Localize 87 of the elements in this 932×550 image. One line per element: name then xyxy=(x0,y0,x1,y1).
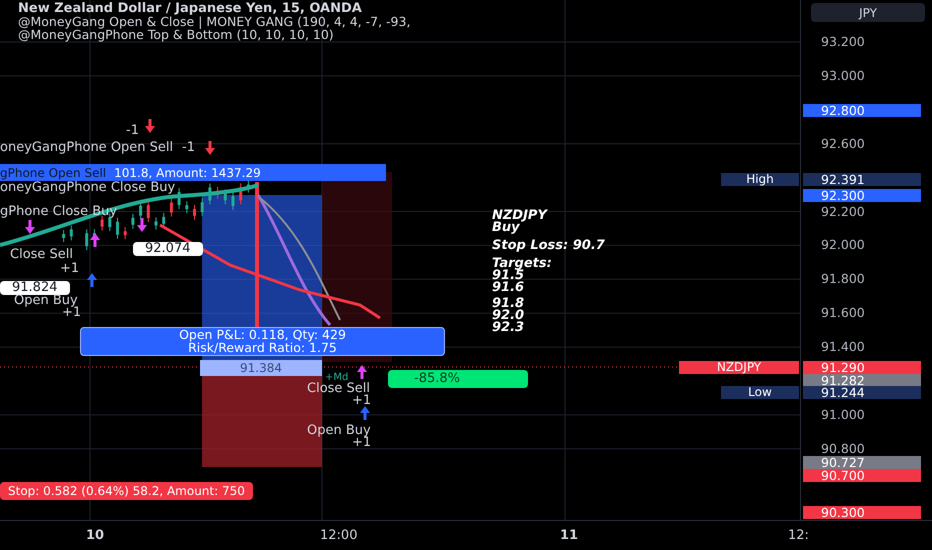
time-label: 12: xyxy=(788,529,809,543)
candle xyxy=(208,182,212,205)
price-marker: 90.727 xyxy=(803,456,921,469)
chart-label: gPhone Open Sell xyxy=(0,164,106,181)
price-tick: 92.000 xyxy=(821,238,865,252)
currency-button[interactable]: JPY xyxy=(811,3,925,22)
chart-label: Open Buy xyxy=(14,294,78,308)
candle xyxy=(85,228,88,251)
candle xyxy=(224,188,227,205)
candle xyxy=(200,198,204,217)
chart-label: +1 xyxy=(60,262,80,276)
chart-label: -1 xyxy=(126,124,139,138)
signal-text: Targets: xyxy=(492,258,553,270)
ratio-text: Risk/Reward Ratio: 1.75 xyxy=(188,342,337,354)
candle xyxy=(146,200,150,223)
price-label: 91.824 xyxy=(0,281,70,295)
candle xyxy=(185,200,188,214)
price-tick: 91.400 xyxy=(821,340,865,354)
price-tick: 90.800 xyxy=(821,442,865,456)
indicator-label: @MoneyGang Open & Close | MONEY GANG (190, 4, 4, -7, -93, xyxy=(18,15,410,28)
price-tick: 91.600 xyxy=(821,306,865,320)
candle xyxy=(162,212,166,228)
signal-text: Buy xyxy=(492,222,520,234)
indicator-label: @MoneyGangPhone Top & Bottom (10, 10, 10, 10) xyxy=(18,28,334,41)
price-tick: 91.800 xyxy=(821,272,865,286)
up-arrow-icon xyxy=(357,365,367,379)
chart-label: +1 xyxy=(62,306,82,320)
signal-text: NZDJPY xyxy=(492,210,549,222)
time-label: 11 xyxy=(560,529,578,543)
price-marker: 91.282 xyxy=(803,374,921,387)
price-tick: 91.000 xyxy=(821,408,865,422)
down-arrow-icon xyxy=(25,220,35,234)
price-tick: 92.200 xyxy=(821,204,865,218)
signal-text: 91.6 xyxy=(492,282,526,294)
signal-text: 91.5 xyxy=(492,270,524,282)
price-marker: 90.700 xyxy=(803,469,921,482)
signal-text: 92.3 xyxy=(492,322,526,334)
chart-label: oneyGangPhone Close Buy xyxy=(0,181,176,195)
price-label: 92.074 xyxy=(133,242,202,256)
price-tick: 92.600 xyxy=(821,136,865,151)
candle xyxy=(154,216,158,230)
candle xyxy=(193,204,196,220)
target-label: 101.8, Amount: 1437.29 xyxy=(114,164,261,181)
candle xyxy=(170,198,173,218)
candle xyxy=(178,188,181,210)
candle xyxy=(139,201,142,220)
chart-label: +1 xyxy=(352,436,372,450)
chart-label: +1 xyxy=(352,394,372,408)
time-label: 10 xyxy=(86,529,104,543)
price-tag: High xyxy=(721,173,799,186)
chart-title: New Zealand Dollar / Japanese Yen, 15, OANDA xyxy=(18,2,363,15)
down-arrow-icon xyxy=(205,141,215,155)
price-tick: 93.000 xyxy=(821,68,865,83)
price-marker: 91.290 xyxy=(803,361,921,374)
price-tag: NZDJPY xyxy=(679,361,799,374)
up-arrow-icon xyxy=(90,233,100,247)
percent-label: -85.8% xyxy=(388,370,528,388)
chart-label: -1 xyxy=(182,141,195,155)
candle xyxy=(116,217,119,240)
down-arrow-icon xyxy=(145,119,155,133)
price-marker: 92.391 xyxy=(803,173,921,186)
up-arrow-icon xyxy=(360,406,370,420)
pnl-text: Open P&L: 0.118, Qty: 429 xyxy=(179,329,346,342)
candle xyxy=(232,192,234,210)
down-arrow-icon xyxy=(137,218,147,232)
candle xyxy=(70,224,73,241)
price-marker: 92.300 xyxy=(803,189,921,202)
candle xyxy=(124,226,127,240)
signal-text: 92.0 xyxy=(492,310,526,322)
price-marker: 91.244 xyxy=(803,386,921,399)
chart-label: Close Sell xyxy=(10,248,74,262)
chart-label: +Md xyxy=(325,372,348,383)
chart-label: oneyGangPhone Open Sell xyxy=(0,141,174,155)
price-tag: Low xyxy=(721,386,799,399)
price-tick: 93.200 xyxy=(821,35,865,49)
candle xyxy=(216,186,220,200)
up-arrow-icon xyxy=(87,273,97,287)
signal-text: Stop Loss: 90.7 xyxy=(492,240,605,252)
candle xyxy=(239,182,242,205)
signal-text: 91.8 xyxy=(492,298,526,310)
candle xyxy=(131,213,134,230)
time-label: 12:00 xyxy=(320,529,358,543)
price-marker: 92.800 xyxy=(803,104,921,117)
price-marker: 90.300 xyxy=(803,506,921,519)
candle xyxy=(62,229,66,242)
stop-label: Stop: 0.582 (0.64%) 58.2, Amount: 750 xyxy=(0,482,253,500)
entry-price-label: 91.384 xyxy=(200,360,322,376)
